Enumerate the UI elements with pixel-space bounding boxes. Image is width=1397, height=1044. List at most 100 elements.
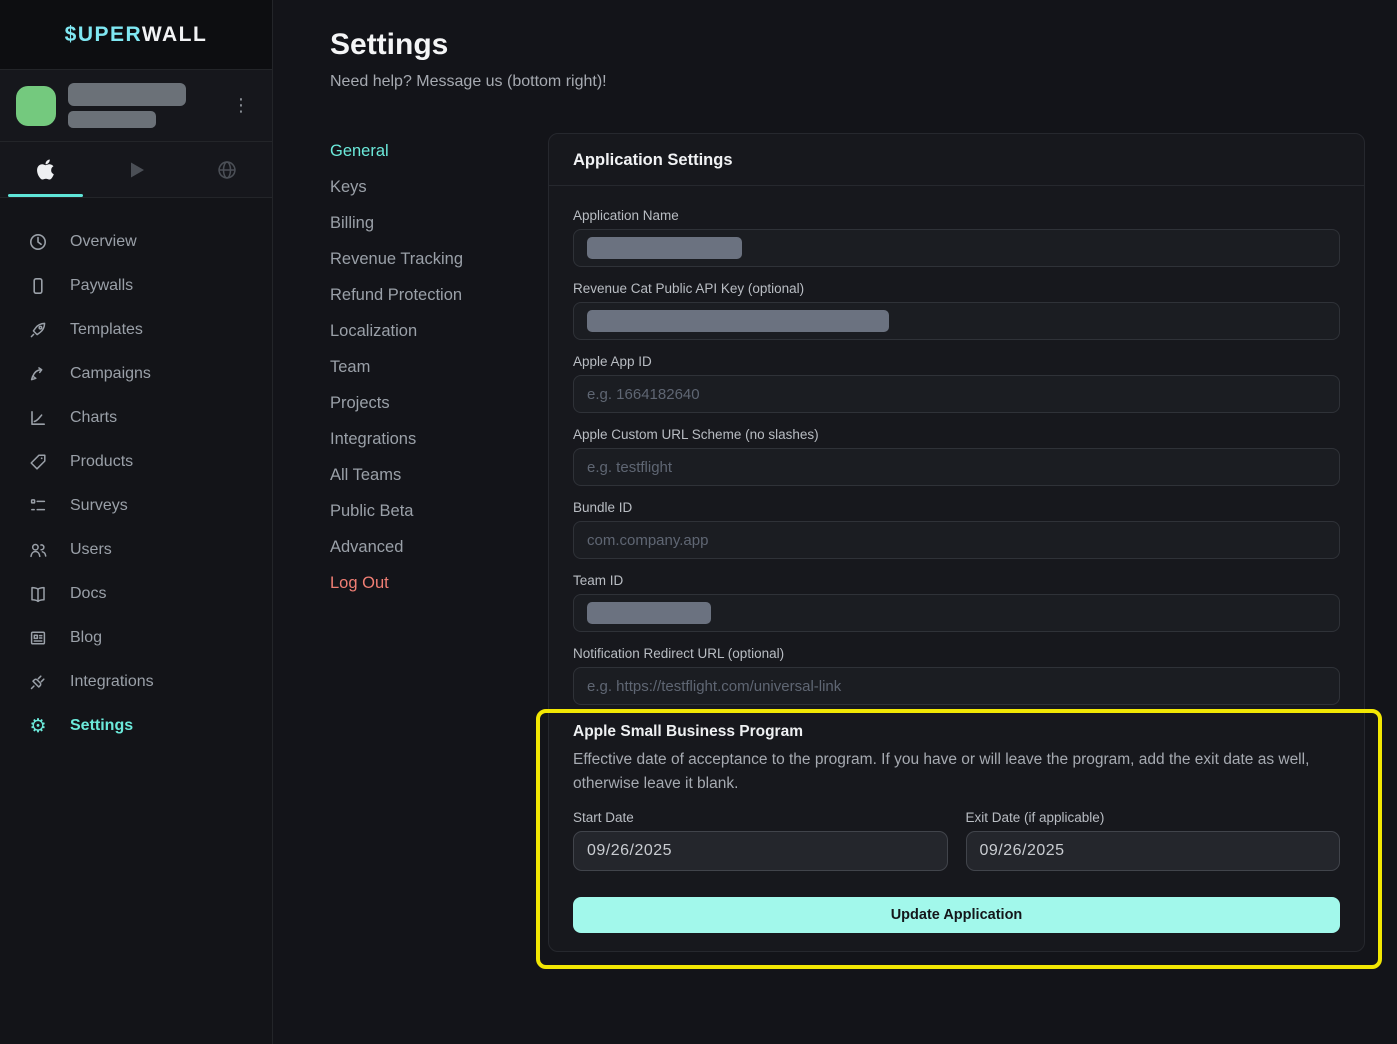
field-application-name: Application Name [573,208,1340,267]
sidebar-item-templates[interactable]: Templates [0,308,272,352]
apple-app-id-input[interactable] [573,375,1340,413]
settings-nav-revenue-tracking[interactable]: Revenue Tracking [330,241,548,277]
notification-redirect-url-input[interactable] [573,667,1340,705]
settings-nav-public-beta[interactable]: Public Beta [330,493,548,529]
settings-nav-team[interactable]: Team [330,349,548,385]
panel-title: Application Settings [573,151,1340,170]
field-label: Exit Date (if applicable) [966,810,1341,825]
tab-apple[interactable] [0,142,91,197]
settings-nav-projects[interactable]: Projects [330,385,548,421]
sidebar-item-label: Overview [70,233,137,251]
sidebar-item-integrations[interactable]: Integrations [0,660,272,704]
settings-nav-localization[interactable]: Localization [330,313,548,349]
promote-icon [28,364,48,384]
page-subtitle: Need help? Message us (bottom right)! [330,73,1365,91]
revenuecat-api-key-input[interactable] [573,302,1340,340]
application-name-input[interactable] [573,229,1340,267]
sidebar-item-products[interactable]: Products [0,440,272,484]
tab-web[interactable] [181,142,272,197]
sidebar-item-label: Surveys [70,497,128,515]
exit-date-input[interactable] [966,831,1341,871]
field-notification-redirect-url: Notification Redirect URL (optional) [573,646,1340,705]
sidebar-item-settings[interactable]: ⚙ Settings [0,704,272,748]
sidebar-item-paywalls[interactable]: Paywalls [0,264,272,308]
gear-icon: ⚙ [28,716,48,736]
tab-google-play[interactable] [91,142,182,197]
newspaper-icon [28,628,48,648]
superwall-logo[interactable]: $UPERWALL [65,23,208,47]
chart-icon [28,408,48,428]
sidebar: $UPERWALL ⋮ Overview [0,0,273,1044]
redacted-value [587,310,889,332]
field-label: Revenue Cat Public API Key (optional) [573,281,1340,296]
settings-nav-log-out[interactable]: Log Out [330,565,548,601]
application-settings-panel: Application Settings Application Name Re… [548,133,1365,952]
settings-nav: General Keys Billing Revenue Tracking Re… [330,133,548,601]
tag-icon [28,452,48,472]
redacted-bar [68,83,186,106]
plug-icon [28,672,48,692]
panel-header: Application Settings [549,134,1364,186]
update-application-button[interactable]: Update Application [573,897,1340,933]
sidebar-item-users[interactable]: Users [0,528,272,572]
field-apple-url-scheme: Apple Custom URL Scheme (no slashes) [573,427,1340,486]
field-revenuecat-api-key: Revenue Cat Public API Key (optional) [573,281,1340,340]
settings-nav-all-teams[interactable]: All Teams [330,457,548,493]
platform-tabs [0,142,272,198]
sidebar-item-docs[interactable]: Docs [0,572,272,616]
settings-nav-integrations[interactable]: Integrations [330,421,548,457]
sidebar-item-label: Campaigns [70,365,151,383]
field-label: Apple Custom URL Scheme (no slashes) [573,427,1340,442]
field-exit-date: Exit Date (if applicable) [966,810,1341,871]
bundle-id-input[interactable] [573,521,1340,559]
field-bundle-id: Bundle ID [573,500,1340,559]
sidebar-item-campaigns[interactable]: Campaigns [0,352,272,396]
kebab-menu-icon[interactable]: ⋮ [226,93,256,119]
field-label: Application Name [573,208,1340,223]
sidebar-item-overview[interactable]: Overview [0,220,272,264]
sidebar-nav: Overview Paywalls Templates Campaigns Ch… [0,198,272,748]
sidebar-item-charts[interactable]: Charts [0,396,272,440]
google-play-icon [125,159,147,181]
settings-nav-keys[interactable]: Keys [330,169,548,205]
small-business-program-section: Apple Small Business Program Effective d… [573,723,1340,933]
team-id-input[interactable] [573,594,1340,632]
start-date-input[interactable] [573,831,948,871]
logo-suffix: WALL [142,23,207,46]
sidebar-item-label: Integrations [70,673,154,691]
sidebar-item-surveys[interactable]: Surveys [0,484,272,528]
settings-nav-advanced[interactable]: Advanced [330,529,548,565]
apple-url-scheme-input[interactable] [573,448,1340,486]
field-team-id: Team ID [573,573,1340,632]
users-icon [28,540,48,560]
sidebar-item-label: Products [70,453,133,471]
apple-icon [36,158,55,181]
logo-prefix: $UPER [65,23,142,46]
field-apple-app-id: Apple App ID [573,354,1340,413]
clock-icon [28,232,48,252]
settings-nav-billing[interactable]: Billing [330,205,548,241]
field-label: Start Date [573,810,948,825]
redacted-value [587,602,711,624]
redacted-bar [68,111,156,128]
workspace-name-redacted [68,83,226,128]
sidebar-item-label: Docs [70,585,106,603]
settings-nav-refund-protection[interactable]: Refund Protection [330,277,548,313]
book-icon [28,584,48,604]
globe-icon [216,159,238,181]
workspace-switcher[interactable]: ⋮ [0,70,272,142]
sidebar-item-label: Charts [70,409,117,427]
sidebar-item-label: Users [70,541,112,559]
sidebar-item-label: Settings [70,717,133,735]
sidebar-item-label: Templates [70,321,143,339]
field-label: Apple App ID [573,354,1340,369]
workspace-avatar [16,86,56,126]
field-label: Notification Redirect URL (optional) [573,646,1340,661]
main-content: Settings Need help? Message us (bottom r… [273,0,1397,1044]
field-label: Team ID [573,573,1340,588]
page-title: Settings [330,28,1365,62]
settings-nav-general[interactable]: General [330,133,548,169]
checklist-icon [28,496,48,516]
sidebar-item-label: Paywalls [70,277,133,295]
sidebar-item-blog[interactable]: Blog [0,616,272,660]
